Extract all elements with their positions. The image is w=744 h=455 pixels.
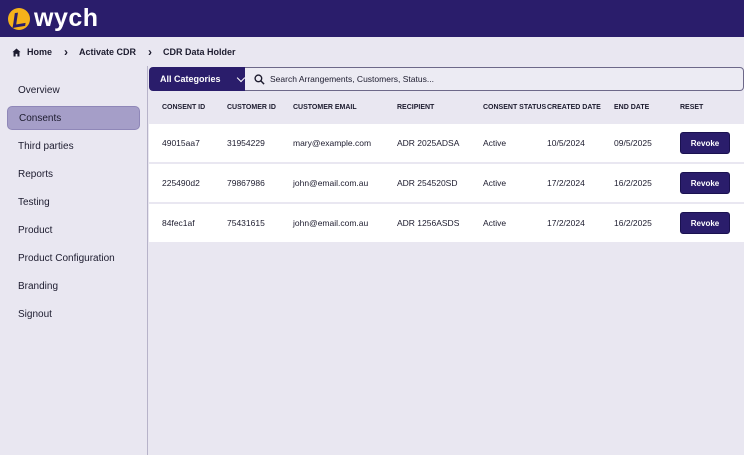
search-box[interactable] <box>245 67 744 91</box>
cell-created-date: 10/5/2024 <box>547 138 585 148</box>
consents-table: CONSENT ID CUSTOMER ID CUSTOMER EMAIL RE… <box>149 92 744 244</box>
chevron-right-icon: › <box>64 45 69 59</box>
sidebar-item-reports[interactable]: Reports <box>7 162 140 186</box>
column-header-end-date: END DATE <box>614 103 650 111</box>
sidebar-item-signout[interactable]: Signout <box>7 302 140 326</box>
main-content: All Categories CONSENT ID CUSTOMER ID CU… <box>149 66 744 455</box>
cell-customer-email: john@email.com.au <box>293 218 369 228</box>
top-bar: wych <box>0 0 744 37</box>
cell-end-date: 16/2/2025 <box>614 178 652 188</box>
cell-consent-status: Active <box>483 178 507 188</box>
sidebar-item-branding[interactable]: Branding <box>7 274 140 298</box>
sidebar-item-third-parties[interactable]: Third parties <box>7 134 140 158</box>
cell-customer-email: mary@example.com <box>293 138 372 148</box>
cell-reset: Revoke <box>680 132 740 154</box>
breadcrumb-activate-cdr[interactable]: Activate CDR <box>79 47 136 57</box>
cell-customer-id: 79867986 <box>227 178 265 188</box>
column-header-recipient: RECIPIENT <box>397 103 435 111</box>
search-input[interactable] <box>270 74 730 84</box>
sidebar-item-consents[interactable]: Consents <box>7 106 140 130</box>
column-header-customer-id: CUSTOMER ID <box>227 103 276 111</box>
cell-reset: Revoke <box>680 172 740 194</box>
revoke-button[interactable]: Revoke <box>680 172 730 194</box>
sidebar: Overview Consents Third parties Reports … <box>0 66 148 455</box>
category-dropdown[interactable]: All Categories <box>149 67 245 91</box>
column-header-customer-email: CUSTOMER EMAIL <box>293 103 357 111</box>
sidebar-item-overview[interactable]: Overview <box>7 78 140 102</box>
wych-logo-icon <box>8 7 30 30</box>
table-row: 49015aa7 31954229 mary@example.com ADR 2… <box>149 124 744 164</box>
table-row: 84fec1af 75431615 john@email.com.au ADR … <box>149 204 744 244</box>
cell-created-date: 17/2/2024 <box>547 178 585 188</box>
cell-customer-email: john@email.com.au <box>293 178 369 188</box>
cell-recipient: ADR 2025ADSA <box>397 138 460 148</box>
breadcrumb: Home › Activate CDR › CDR Data Holder <box>0 38 744 66</box>
cell-end-date: 09/5/2025 <box>614 138 652 148</box>
revoke-button[interactable]: Revoke <box>680 132 730 154</box>
cell-consent-id: 84fec1af <box>162 218 195 228</box>
column-header-consent-id: CONSENT ID <box>162 103 206 111</box>
cell-end-date: 16/2/2025 <box>614 218 652 228</box>
category-dropdown-label: All Categories <box>160 74 221 84</box>
cell-consent-status: Active <box>483 138 507 148</box>
revoke-button[interactable]: Revoke <box>680 212 730 234</box>
sidebar-item-testing[interactable]: Testing <box>7 190 140 214</box>
cell-customer-id: 31954229 <box>227 138 265 148</box>
cell-reset: Revoke <box>680 212 740 234</box>
sidebar-item-product[interactable]: Product <box>7 218 140 242</box>
cell-recipient: ADR 1256ASDS <box>397 218 460 228</box>
table-header: CONSENT ID CUSTOMER ID CUSTOMER EMAIL RE… <box>149 92 744 124</box>
cell-consent-id: 49015aa7 <box>162 138 200 148</box>
column-header-consent-status: CONSENT STATUS <box>483 103 547 111</box>
sidebar-item-product-configuration[interactable]: Product Configuration <box>7 246 140 270</box>
cell-created-date: 17/2/2024 <box>547 218 585 228</box>
cell-consent-status: Active <box>483 218 507 228</box>
brand-name: wych <box>34 4 99 32</box>
home-icon <box>12 47 21 57</box>
table-row: 225490d2 79867986 john@email.com.au ADR … <box>149 164 744 204</box>
chevron-right-icon: › <box>148 45 153 59</box>
breadcrumb-label: Home <box>27 47 53 57</box>
chevron-down-icon <box>236 73 245 82</box>
cell-recipient: ADR 254520SD <box>397 178 458 188</box>
column-header-created-date: CREATED DATE <box>547 103 601 111</box>
breadcrumb-cdr-data-holder[interactable]: CDR Data Holder <box>163 47 236 57</box>
column-header-reset: RESET <box>680 103 704 111</box>
breadcrumb-home[interactable]: Home <box>12 47 52 57</box>
search-bar: All Categories <box>149 67 744 91</box>
cell-consent-id: 225490d2 <box>162 178 200 188</box>
search-icon <box>254 73 265 85</box>
cell-customer-id: 75431615 <box>227 218 265 228</box>
